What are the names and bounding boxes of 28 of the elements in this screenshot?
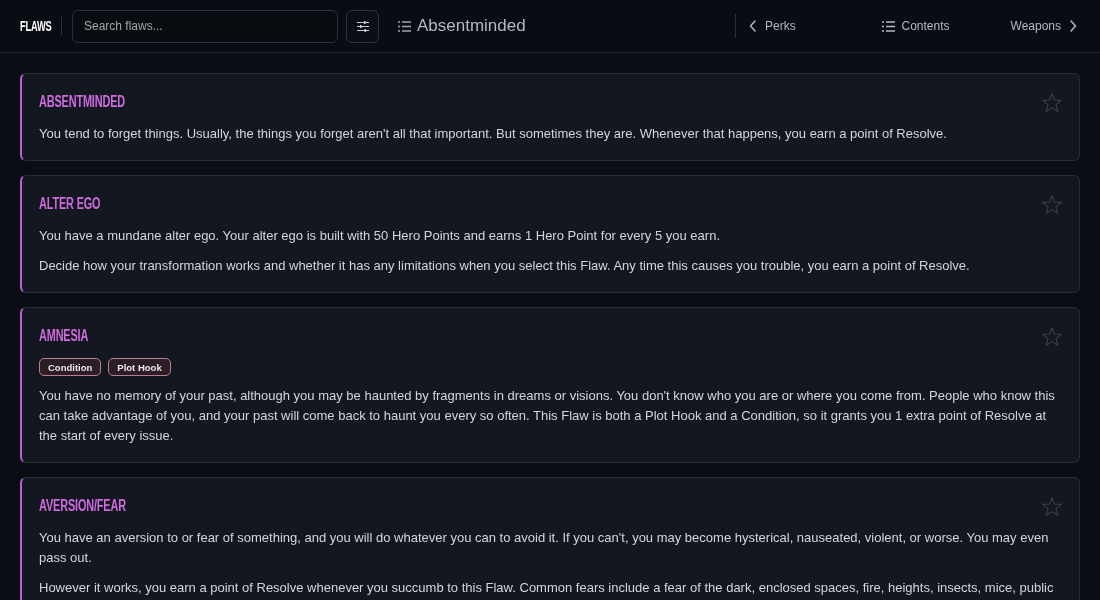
description-text: You have an aversion to or fear of something, and you will do whatever you can to avoid it. If you can't, you may become hysterical, nauseated, violent, or worse. You may even pass out. <box>39 529 1050 567</box>
star-icon[interactable] <box>1042 496 1062 516</box>
chevron-left-icon <box>749 20 756 32</box>
star-icon[interactable] <box>1042 326 1062 346</box>
list-icon <box>398 20 411 32</box>
flaw-title: AVERSION/FEAR <box>39 496 126 516</box>
chevron-right-icon <box>1070 20 1077 32</box>
contents-link[interactable]: Contents <box>882 19 950 33</box>
section-title: Absentminded <box>417 16 526 36</box>
tag: Condition <box>39 358 102 376</box>
description-text: You have a mundane alter ego. Your alter ego is built with 50 Hero Points and earns 1 Hero Point for every 5 you earn. <box>39 227 721 245</box>
star-icon[interactable] <box>1042 92 1062 112</box>
list-icon <box>882 20 896 32</box>
page-title: FLAWS <box>20 17 52 35</box>
tag: Plot Hook <box>108 358 171 376</box>
flaw-title: ABSENTMINDED <box>39 92 125 112</box>
star-icon[interactable] <box>1042 194 1062 214</box>
previous-link[interactable]: Perks <box>749 19 796 33</box>
search-field[interactable]: Search flaws... <box>72 9 338 43</box>
flaw-title: AMNESIA <box>39 326 89 346</box>
next-link[interactable]: Weapons <box>1010 19 1077 33</box>
description-text: However it works, you earn a point of Resolve whenever you succumb to this Flaw. Common fears include a fear of the dark, enclosed spaces, fire, heights, insects, mice, public <box>39 579 1055 597</box>
filter-button[interactable] <box>346 9 379 43</box>
description-text: You have no memory of your past, although you may be haunted by fragments in dreams or visions. You don't know who you are or where you come from. People who know this can take advantage of you, and your past will come back to haunt you every so often. This Flaw is both a Plot Hook and a Condition, so it grants you 1 extra point of Resolve at the start of every issue. <box>39 387 1056 445</box>
description-text: Decide how your transformation works and whether it has any limitations when you select this Flaw. Any time this causes you trouble, you earn a point of Resolve. <box>39 257 971 275</box>
sliders-icon <box>356 20 369 32</box>
description-text: You tend to forget things. Usually, the things you forget aren't all that important. But sometimes they are. Whenever that happens, you earn a point of Resolve. <box>39 125 948 143</box>
flaw-title: ALTER EGO <box>39 194 101 214</box>
